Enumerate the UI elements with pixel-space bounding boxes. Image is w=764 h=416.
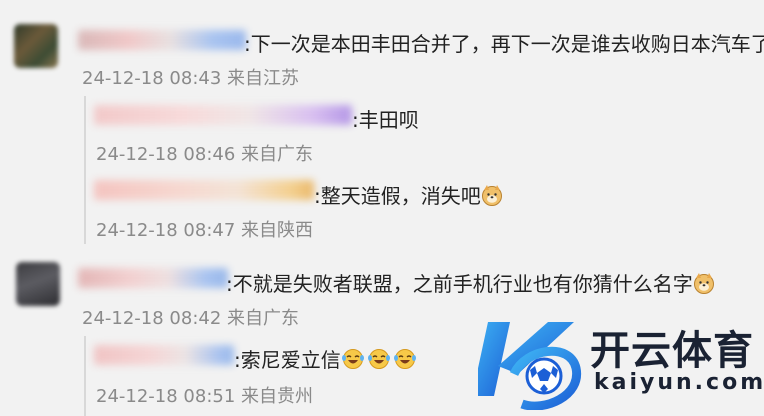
reply-row: :整天造假，消失吧 <box>314 180 503 209</box>
laugh-cry-emoji <box>341 349 364 369</box>
avatar[interactable] <box>14 24 58 68</box>
comment-meta: 24-12-18 08:42 来自广东 <box>82 308 300 329</box>
username-blurred[interactable] <box>94 180 314 200</box>
avatar[interactable] <box>16 262 60 306</box>
reply-text: :索尼爱立信 <box>234 348 341 372</box>
laugh-cry-emoji <box>367 349 390 369</box>
laugh-cry-emoji <box>393 349 416 369</box>
reply-meta: 24-12-18 08:47 来自陕西 <box>96 220 314 241</box>
comment-text: :下一次是本田丰田合并了，再下一次是谁去收购日本汽车了 <box>244 32 764 56</box>
reply-divider <box>84 336 86 416</box>
reply-meta: 24-12-18 08:51 来自贵州 <box>96 386 314 407</box>
username-blurred[interactable] <box>78 30 246 50</box>
watermark-cn-text: 开云体育 <box>590 328 754 374</box>
reply-divider <box>84 96 86 244</box>
watermark-en-text: kaiyun.com <box>594 370 764 395</box>
reply-text: :整天造假，消失吧 <box>314 184 481 208</box>
reply-text: :丰田呗 <box>352 108 419 132</box>
comment-thread: :下一次是本田丰田合并了，再下一次是谁去收购日本汽车了 24-12-18 08:… <box>0 0 764 416</box>
username-blurred[interactable] <box>94 345 234 365</box>
reply-row: :索尼爱立信 <box>234 344 417 373</box>
doge-emoji <box>693 273 714 294</box>
comment-meta: 24-12-18 08:43 来自江苏 <box>82 68 300 89</box>
username-blurred[interactable] <box>78 268 228 288</box>
reply-meta: 24-12-18 08:46 来自广东 <box>96 144 314 165</box>
comment-text: :不就是失败者联盟，之前手机行业也有你猜什么名字 <box>226 272 693 296</box>
kaiyun-logo-icon <box>478 322 582 410</box>
doge-emoji <box>481 185 502 206</box>
username-blurred[interactable] <box>94 105 352 125</box>
comment-row: :不就是失败者联盟，之前手机行业也有你猜什么名字 <box>226 268 715 297</box>
